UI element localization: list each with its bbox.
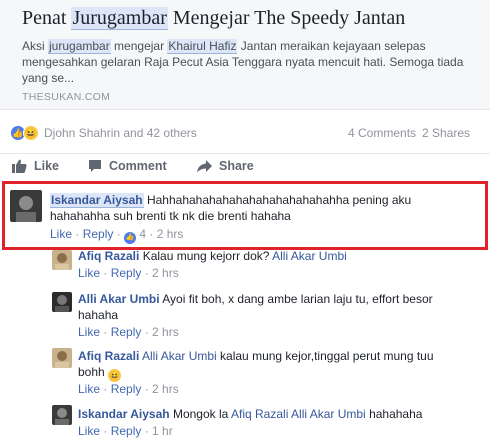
meta-separator: · bbox=[100, 382, 111, 396]
meta-separator: · bbox=[100, 424, 111, 438]
desc-highlight-1: jurugambar bbox=[48, 39, 111, 54]
comment-message: Mongok la bbox=[172, 407, 229, 421]
like-label: Like bbox=[34, 159, 60, 173]
desc-highlight-2: Khairul Hafiz bbox=[167, 39, 238, 54]
desc-text: Aksi bbox=[22, 39, 49, 53]
meta-separator: · bbox=[141, 382, 153, 396]
highlight-box bbox=[2, 181, 488, 250]
reply-item: Iskandar Aiysah Mongok la Afiq Razali Al… bbox=[52, 405, 482, 441]
comment-meta: Like · Reply · 2 hrs bbox=[78, 382, 179, 396]
mention-link[interactable]: Alli Akar Umbi bbox=[272, 249, 347, 263]
share-arrow-icon bbox=[197, 159, 212, 172]
comment-like-link[interactable]: Like bbox=[78, 325, 100, 339]
comment-timestamp[interactable]: 1 hr bbox=[152, 424, 173, 438]
link-title-text: Penat bbox=[22, 7, 72, 29]
comment-author-link[interactable]: Iskandar Aiysah bbox=[78, 407, 170, 421]
comment-message-end: hahahaha bbox=[369, 407, 423, 421]
comment-author-link[interactable]: Alli Akar Umbi bbox=[78, 292, 160, 306]
comment-meta: Like · Reply · 2 hrs bbox=[78, 325, 179, 339]
comment-reply-link[interactable]: Reply bbox=[111, 266, 142, 280]
avatar[interactable] bbox=[52, 292, 72, 312]
link-title[interactable]: Penat Jurugambar Mengejar The Speedy Jan… bbox=[22, 7, 405, 30]
avatar[interactable] bbox=[52, 250, 72, 270]
comment-author-link[interactable]: Afiq Razali bbox=[78, 249, 139, 263]
reply-item: Alli Akar Umbi Ayoi fit boh, x dang ambe… bbox=[52, 292, 482, 342]
comment-timestamp[interactable]: 2 hrs bbox=[152, 325, 179, 339]
comment-count-link[interactable]: 4 Comments bbox=[348, 126, 416, 140]
laughing-emoji-icon: 😆 bbox=[108, 369, 122, 382]
thumbs-up-icon bbox=[12, 159, 27, 173]
link-preview-card[interactable]: Penat Jurugambar Mengejar The Speedy Jan… bbox=[0, 0, 490, 110]
comment-like-link[interactable]: Like bbox=[78, 382, 100, 396]
mention-link[interactable]: Alli Akar Umbi bbox=[142, 349, 217, 363]
comment-author-link[interactable]: Afiq Razali bbox=[78, 349, 139, 363]
comment-message: Kalau mung kejorr dok? bbox=[142, 249, 270, 263]
post-actions: Like Comment Share bbox=[0, 156, 490, 180]
meta-separator: · bbox=[141, 424, 153, 438]
comment-timestamp[interactable]: 2 hrs bbox=[152, 266, 179, 280]
comment-meta: Like · Reply · 1 hr bbox=[78, 424, 173, 438]
comment-like-link[interactable]: Like bbox=[78, 266, 100, 280]
desc-text-mid: mengejar bbox=[110, 39, 168, 53]
share-button[interactable]: Share bbox=[197, 159, 254, 173]
avatar[interactable] bbox=[52, 405, 72, 425]
comment-meta: Like · Reply · 2 hrs bbox=[78, 266, 179, 280]
reactors-link[interactable]: Djohn Shahrin and 42 others bbox=[44, 126, 197, 140]
avatar[interactable] bbox=[52, 348, 72, 368]
comment-reply-link[interactable]: Reply bbox=[111, 382, 142, 396]
comment-text: Afiq Razali Alli Akar Umbi kalau mung ke… bbox=[78, 348, 458, 382]
reaction-icons[interactable]: 👍 😆 bbox=[10, 125, 44, 141]
comment-like-link[interactable]: Like bbox=[78, 424, 100, 438]
share-label: Share bbox=[219, 159, 254, 173]
meta-separator: · bbox=[100, 325, 111, 339]
mention-link[interactable]: Afiq Razali bbox=[231, 407, 288, 421]
link-domain: THESUKAN.COM bbox=[22, 91, 111, 103]
meta-separator: · bbox=[141, 325, 153, 339]
reactions-summary: 👍 😆 Djohn Shahrin and 42 others 4 Commen… bbox=[0, 112, 490, 154]
meta-separator: · bbox=[100, 266, 111, 280]
comment-text: Alli Akar Umbi Ayoi fit boh, x dang ambe… bbox=[78, 291, 458, 323]
meta-separator: · bbox=[141, 266, 153, 280]
mention-link[interactable]: Alli Akar Umbi bbox=[291, 407, 366, 421]
link-description: Aksi jurugambar mengejar Khairul Hafiz J… bbox=[22, 38, 472, 86]
share-count-link[interactable]: 2 Shares bbox=[422, 126, 470, 140]
haha-reaction-icon: 😆 bbox=[23, 125, 39, 141]
reply-item: Afiq Razali Alli Akar Umbi kalau mung ke… bbox=[52, 348, 482, 398]
comment-text: Iskandar Aiysah Mongok la Afiq Razali Al… bbox=[78, 406, 478, 422]
comment-timestamp[interactable]: 2 hrs bbox=[152, 382, 179, 396]
like-button[interactable]: Like bbox=[12, 159, 59, 173]
reply-item: Afiq Razali Kalau mung kejorr dok? Alli … bbox=[52, 248, 482, 280]
comment-text: Afiq Razali Kalau mung kejorr dok? Alli … bbox=[78, 248, 478, 264]
comment-button[interactable]: Comment bbox=[88, 159, 167, 173]
link-title-highlight: Jurugambar bbox=[71, 7, 168, 30]
comment-label: Comment bbox=[109, 159, 167, 173]
link-title-text-end: Mengejar The Speedy Jantan bbox=[167, 7, 406, 29]
comment-reply-link[interactable]: Reply bbox=[111, 325, 142, 339]
comment-bubble-icon bbox=[89, 160, 101, 172]
comment-reply-link[interactable]: Reply bbox=[111, 424, 142, 438]
